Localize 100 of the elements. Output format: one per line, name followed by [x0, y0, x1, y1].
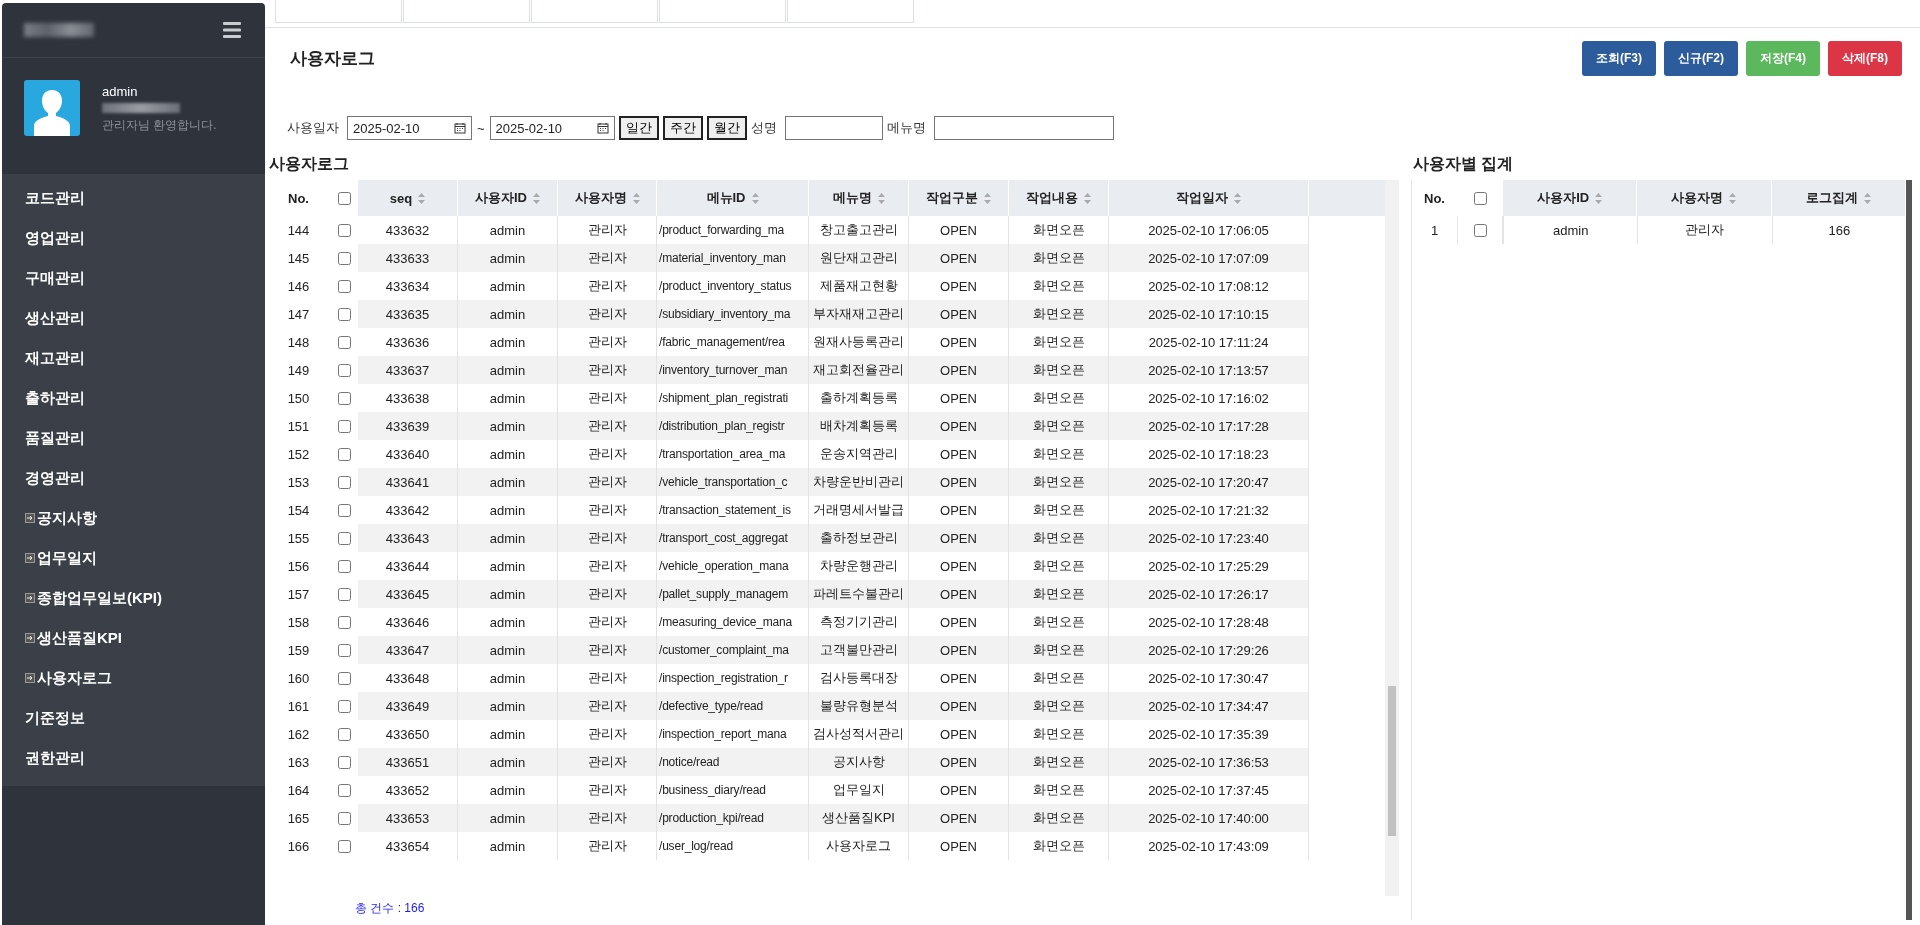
- date-field[interactable]: 2025-02-10: [489, 116, 615, 140]
- column-header[interactable]: 로그집계: [1771, 180, 1906, 216]
- table-cell: OPEN: [909, 580, 1009, 608]
- row-checkbox[interactable]: [338, 419, 351, 433]
- row-checkbox[interactable]: [338, 279, 351, 293]
- row-checkbox[interactable]: [338, 559, 351, 573]
- column-header[interactable]: 작업내용: [1009, 180, 1109, 216]
- column-header[interactable]: 메뉴ID: [657, 180, 809, 216]
- calendar-icon[interactable]: [596, 122, 609, 134]
- total-count: 총 건수 : 166: [354, 900, 426, 916]
- table-cell: admin: [1503, 216, 1638, 244]
- sidebar-item[interactable]: 생산관리: [2, 298, 265, 338]
- name-field[interactable]: [784, 116, 883, 140]
- table-cell: 2025-02-10 17:07:09: [1109, 244, 1309, 272]
- row-checkbox[interactable]: [1474, 223, 1487, 237]
- table-cell: admin: [458, 832, 558, 860]
- sidebar-item[interactable]: 공지사항: [2, 498, 265, 538]
- table-cell: admin: [458, 468, 558, 496]
- table-cell: OPEN: [909, 636, 1009, 664]
- table-cell: 433635: [358, 300, 458, 328]
- period-button[interactable]: 일간: [618, 116, 659, 140]
- table-cell: /user_log/read: [657, 832, 809, 860]
- sort-icon: [877, 192, 885, 204]
- row-checkbox[interactable]: [338, 699, 351, 713]
- row-checkbox[interactable]: [338, 475, 351, 489]
- sidebar-item[interactable]: 재고관리: [2, 338, 265, 378]
- row-checkbox[interactable]: [338, 839, 351, 853]
- row-checkbox[interactable]: [338, 643, 351, 657]
- row-checkbox[interactable]: [338, 363, 351, 377]
- sidebar-item[interactable]: 사용자로그: [2, 658, 265, 698]
- column-header[interactable]: 사용자명: [558, 180, 657, 216]
- row-checkbox[interactable]: [338, 251, 351, 265]
- row-checkbox[interactable]: [338, 335, 351, 349]
- welcome-text: 관리자님 환영합니다.: [102, 117, 217, 134]
- table-cell: OPEN: [909, 468, 1009, 496]
- sort-icon: [984, 192, 991, 204]
- row-checkbox[interactable]: [338, 671, 351, 685]
- table-cell: 433639: [358, 412, 458, 440]
- table-cell: 관리자: [558, 524, 657, 552]
- row-checkbox[interactable]: [338, 307, 351, 321]
- table-cell: 관리자: [1637, 216, 1772, 244]
- sidebar-item[interactable]: 기준정보: [2, 698, 265, 738]
- period-button[interactable]: 주간: [662, 116, 703, 140]
- date-field[interactable]: 2025-02-10: [347, 116, 472, 140]
- action-button[interactable]: 삭제(F8): [1828, 40, 1902, 76]
- select-all-checkbox[interactable]: [1474, 191, 1487, 205]
- column-header[interactable]: 작업구분: [909, 180, 1009, 216]
- action-button[interactable]: 신규(F2): [1664, 40, 1738, 76]
- row-checkbox[interactable]: [338, 727, 351, 741]
- table-cell: 433641: [358, 468, 458, 496]
- select-all-checkbox[interactable]: [338, 191, 351, 205]
- sidebar-item[interactable]: 종합업무일보(KPI): [2, 578, 265, 618]
- page-icon: [25, 593, 35, 603]
- table-cell: admin: [458, 356, 558, 384]
- table-cell: admin: [458, 244, 558, 272]
- table-cell: 화면오픈: [1009, 244, 1109, 272]
- sort-icon: [1729, 192, 1737, 204]
- column-header[interactable]: 메뉴명: [809, 180, 909, 216]
- calendar-icon[interactable]: [454, 122, 466, 134]
- table-cell: OPEN: [909, 804, 1009, 832]
- column-header[interactable]: 사용자ID: [1503, 180, 1638, 216]
- sidebar-item[interactable]: 영업관리: [2, 218, 265, 258]
- table-cell: 화면오픈: [1009, 524, 1109, 552]
- sidebar-item[interactable]: 구매관리: [2, 258, 265, 298]
- table-cell: 화면오픈: [1009, 412, 1109, 440]
- row-checkbox[interactable]: [338, 587, 351, 601]
- period-button[interactable]: 월간: [706, 116, 747, 140]
- column-header[interactable]: 사용자ID: [458, 180, 558, 216]
- row-checkbox[interactable]: [338, 503, 351, 517]
- table-cell: 관리자: [558, 580, 657, 608]
- sidebar-item[interactable]: 출하관리: [2, 378, 265, 418]
- scrollbar-thumb[interactable]: [1388, 686, 1396, 836]
- column-header[interactable]: 작업일자: [1109, 180, 1309, 216]
- action-button[interactable]: 조회(F3): [1582, 40, 1656, 76]
- column-header[interactable]: 사용자명: [1637, 180, 1772, 216]
- column-header: No.: [1412, 180, 1458, 216]
- table-cell: 2025-02-10 17:17:28: [1109, 412, 1309, 440]
- row-checkbox[interactable]: [338, 811, 351, 825]
- row-checkbox[interactable]: [338, 615, 351, 629]
- sidebar-item[interactable]: 생산품질KPI: [2, 618, 265, 658]
- row-checkbox[interactable]: [338, 447, 351, 461]
- sidebar-item[interactable]: 권한관리: [2, 738, 265, 778]
- sidebar-item[interactable]: 코드관리: [2, 178, 265, 218]
- table-cell: OPEN: [909, 748, 1009, 776]
- row-checkbox[interactable]: [338, 755, 351, 769]
- range-separator: ~: [477, 120, 485, 136]
- menu-field[interactable]: [933, 116, 1114, 140]
- sidebar-item[interactable]: 업무일지: [2, 538, 265, 578]
- sort-icon: [418, 192, 426, 204]
- row-checkbox[interactable]: [338, 531, 351, 545]
- row-checkbox[interactable]: [338, 391, 351, 405]
- menu-icon[interactable]: [223, 22, 241, 38]
- column-header[interactable]: seq: [358, 180, 458, 216]
- sidebar-item[interactable]: 경영관리: [2, 458, 265, 498]
- sidebar-item[interactable]: 품질관리: [2, 418, 265, 458]
- table-cell: /customer_complaint_ma: [657, 636, 809, 664]
- table-cell: 불량유형분석: [809, 692, 909, 720]
- row-checkbox[interactable]: [338, 783, 351, 797]
- row-checkbox[interactable]: [338, 223, 351, 237]
- sort-icon: [1863, 192, 1871, 204]
